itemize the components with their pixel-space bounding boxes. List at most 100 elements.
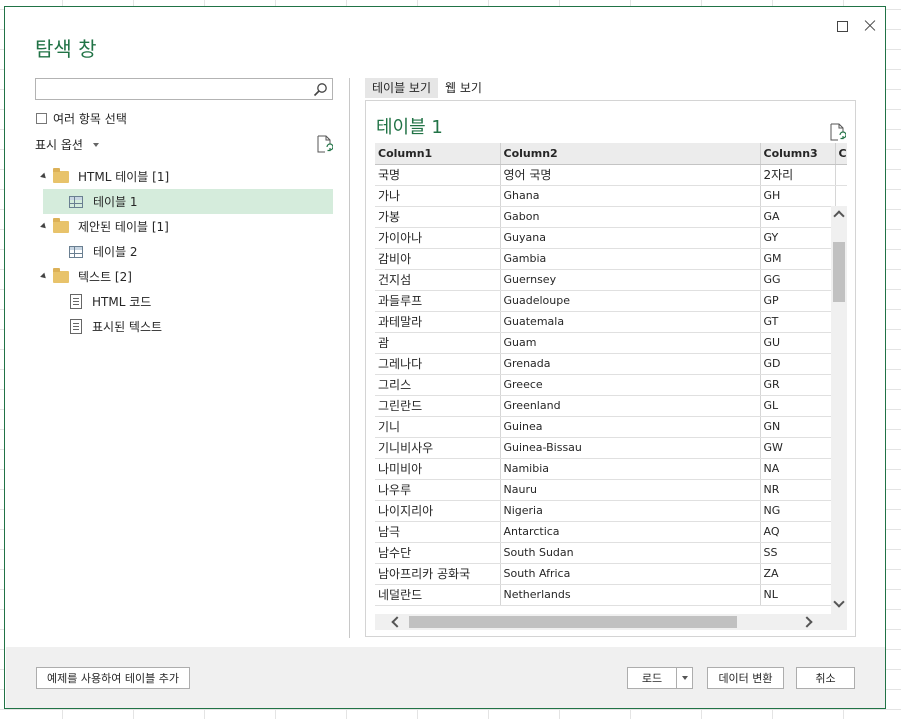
- table-cell: GG: [760, 269, 836, 291]
- panel-divider[interactable]: [349, 78, 350, 638]
- search-box: [35, 78, 333, 100]
- folder-icon: [53, 167, 69, 183]
- tree-item-displayed-text[interactable]: 표시된 텍스트: [43, 314, 335, 339]
- tree-label: 텍스트 [2]: [78, 270, 132, 284]
- expand-arrow-icon[interactable]: [40, 172, 48, 181]
- add-table-using-examples-button[interactable]: 예제를 사용하여 테이블 추가: [36, 667, 190, 689]
- table-cell: GY: [760, 227, 836, 249]
- close-icon[interactable]: [859, 13, 881, 35]
- multi-select-label: 여러 항목 선택: [53, 112, 127, 126]
- table-cell: 과테말라: [375, 311, 501, 333]
- table-cell: Greenland: [500, 395, 761, 417]
- view-tabs: 테이블 보기 웹 보기: [365, 78, 489, 98]
- display-options-label: 표시 옵션: [35, 138, 83, 152]
- table-cell: AQ: [760, 521, 836, 543]
- tree-label: 테이블 1: [93, 195, 138, 209]
- tree-folder-text[interactable]: 텍스트 [2]: [35, 264, 335, 289]
- tab-web-view[interactable]: 웹 보기: [438, 78, 489, 98]
- cancel-button[interactable]: 취소: [796, 667, 855, 689]
- table-row: 남극 Antarctica AQ: [375, 521, 847, 543]
- tree-folder-suggested-tables[interactable]: 제안된 테이블 [1]: [35, 214, 335, 239]
- navigator-tree: HTML 테이블 [1] 테이블 1 제안된 테이블 [1] 테이블 2 텍스트…: [35, 164, 335, 339]
- table-cell: 나미비아: [375, 458, 501, 480]
- search-input[interactable]: [36, 79, 306, 99]
- load-button[interactable]: 로드: [627, 667, 677, 689]
- tree-label: 표시된 텍스트: [92, 320, 163, 334]
- table-row: 국명 영어 국명 2자리: [375, 164, 847, 186]
- table-cell: 기니: [375, 416, 501, 438]
- table-cell: Netherlands: [500, 584, 761, 606]
- vertical-scroll-thumb[interactable]: [833, 242, 845, 302]
- vertical-scrollbar[interactable]: [831, 206, 847, 614]
- table-row: 나우루 Nauru NR: [375, 479, 847, 501]
- multi-select-checkbox[interactable]: [36, 113, 47, 124]
- transform-data-button[interactable]: 데이터 변환: [707, 667, 784, 689]
- table-cell: GT: [760, 311, 836, 333]
- table-row: 과들루프 Guadeloupe GP: [375, 290, 847, 312]
- tree-folder-html-tables[interactable]: HTML 테이블 [1]: [35, 164, 335, 189]
- table-row: 그린란드 Greenland GL: [375, 395, 847, 417]
- table-row: 가이아나 Guyana GY: [375, 227, 847, 249]
- expand-arrow-icon[interactable]: [40, 222, 48, 231]
- tree-item-table-1[interactable]: 테이블 1: [43, 189, 333, 214]
- table-cell: Guatemala: [500, 311, 761, 333]
- horizontal-scroll-thumb[interactable]: [409, 616, 737, 628]
- chevron-down-icon: [681, 676, 688, 680]
- table-cell: 남극: [375, 521, 501, 543]
- table-cell: 과들루프: [375, 290, 501, 312]
- table-row: 기니 Guinea GN: [375, 416, 847, 438]
- column-header[interactable]: Column2: [500, 143, 761, 165]
- scroll-up-icon[interactable]: [833, 210, 845, 222]
- table-cell: Guinea-Bissau: [500, 437, 761, 459]
- scroll-left-icon[interactable]: [391, 616, 403, 628]
- table-row: 그리스 Greece GR: [375, 374, 847, 396]
- display-options-dropdown[interactable]: 표시 옵션: [35, 136, 99, 153]
- table-cell: Gambia: [500, 248, 761, 270]
- table-cell: GU: [760, 332, 836, 354]
- preview-pane: 테이블 1 Column1 Column2 Column3 Co: [365, 100, 856, 637]
- table-cell: 남수단: [375, 542, 501, 564]
- column-header[interactable]: Co: [835, 143, 847, 165]
- table-row: 그레나다 Grenada GD: [375, 353, 847, 375]
- dialog-footer: 예제를 사용하여 테이블 추가 로드 데이터 변환 취소: [6, 647, 885, 708]
- tree-item-html-code[interactable]: HTML 코드: [43, 289, 335, 314]
- table-cell: 영어 국명: [500, 164, 761, 186]
- table-cell: 괌: [375, 332, 501, 354]
- table-cell: GP: [760, 290, 836, 312]
- table-cell: Ghana: [500, 185, 761, 207]
- table-cell: [835, 164, 847, 186]
- multi-select-option[interactable]: 여러 항목 선택: [36, 110, 127, 127]
- folder-icon: [53, 267, 69, 283]
- tab-table-view[interactable]: 테이블 보기: [365, 78, 439, 98]
- load-options-button[interactable]: [676, 667, 693, 689]
- column-header[interactable]: Column1: [375, 143, 501, 165]
- scroll-right-icon[interactable]: [801, 616, 813, 628]
- preview-title: 테이블 1: [376, 117, 443, 138]
- scroll-down-icon[interactable]: [833, 596, 845, 608]
- table-row: 나미비아 Namibia NA: [375, 458, 847, 480]
- table-cell: 2자리: [760, 164, 836, 186]
- table-cell: 국명: [375, 164, 501, 186]
- table-cell: 나우루: [375, 479, 501, 501]
- horizontal-scrollbar[interactable]: [375, 614, 847, 630]
- table-cell: GH: [760, 185, 836, 207]
- search-icon[interactable]: [313, 82, 328, 97]
- navigator-dialog: 탐색 창 여러 항목 선택 표시 옵션 HTML 테이블 [1] 테이블 1 제…: [4, 6, 886, 709]
- tree-item-table-2[interactable]: 테이블 2: [43, 239, 335, 264]
- maximize-icon[interactable]: [831, 13, 853, 35]
- table-cell: GR: [760, 374, 836, 396]
- table-row: 괌 Guam GU: [375, 332, 847, 354]
- refresh-preview-icon[interactable]: [830, 123, 846, 141]
- dialog-title: 탐색 창: [35, 37, 97, 61]
- table-cell: GL: [760, 395, 836, 417]
- table-row: 기니비사우 Guinea-Bissau GW: [375, 437, 847, 459]
- table-icon: [69, 195, 83, 208]
- document-icon: [70, 294, 82, 309]
- table-cell: GN: [760, 416, 836, 438]
- table-cell: Nauru: [500, 479, 761, 501]
- refresh-icon[interactable]: [317, 135, 333, 153]
- table-cell: Grenada: [500, 353, 761, 375]
- document-icon: [70, 319, 82, 334]
- expand-arrow-icon[interactable]: [40, 272, 48, 281]
- column-header[interactable]: Column3: [760, 143, 836, 165]
